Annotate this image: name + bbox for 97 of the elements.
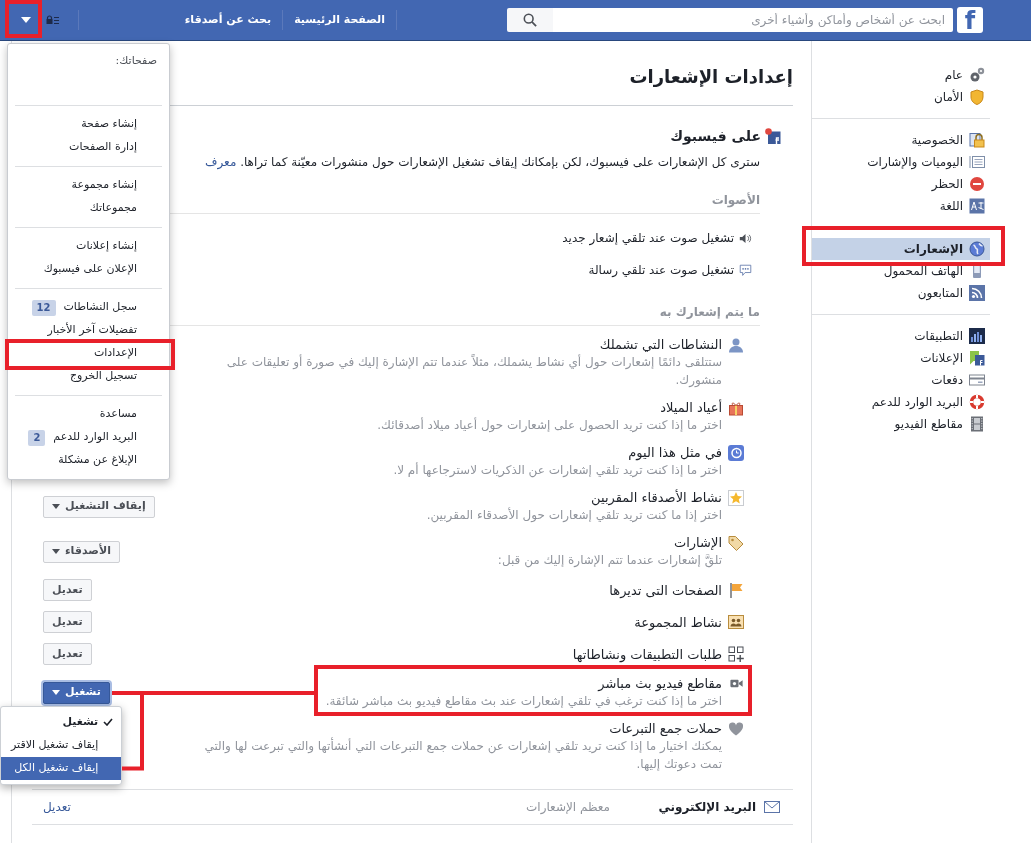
setting-title: أعياد الميلاد	[659, 399, 722, 416]
count-badge: 12	[31, 299, 56, 316]
logo[interactable]: f	[957, 7, 983, 33]
film-strip-icon	[969, 416, 985, 432]
shield-icon	[969, 89, 985, 105]
person-icon	[728, 336, 744, 353]
setting-title: النشاطات التي تشملك	[598, 336, 722, 353]
menu-item[interactable]: إنشاء إعلانات	[8, 235, 169, 258]
tag-icon	[728, 534, 744, 551]
menu-item[interactable]: تسجيل الخروج	[8, 365, 169, 388]
action-button[interactable]: تعديل	[43, 579, 92, 601]
lock-list-icon[interactable]	[45, 15, 59, 25]
envelope-icon	[764, 801, 780, 813]
gears-icon	[969, 67, 985, 83]
sidebar-item[interactable]: مقاطع الفيديو	[812, 413, 990, 435]
search-button[interactable]	[507, 8, 553, 32]
sidebar-item[interactable]: عام	[812, 64, 990, 86]
caret-icon	[52, 549, 60, 554]
menu-option[interactable]: إيقاف تشغيل الكل	[1, 756, 122, 780]
gift-icon	[728, 399, 744, 416]
star-icon	[728, 489, 744, 506]
menu-item[interactable]: إنشاء صفحة	[8, 113, 169, 136]
menu-option[interactable]: تشغيل	[1, 710, 122, 734]
setting-title: نشاط المجموعة	[634, 613, 722, 631]
sidebar-item[interactable]: المتابعون	[812, 282, 990, 304]
sidebar-item[interactable]: الحظر	[812, 173, 990, 195]
speaker-icon	[739, 231, 752, 245]
caret-icon	[52, 504, 60, 509]
history-clock-icon	[728, 444, 744, 461]
globe-icon	[969, 241, 985, 257]
edit-link[interactable]: تعديل	[43, 798, 71, 816]
sidebar-item[interactable]: الإشعارات	[812, 238, 990, 260]
heart-icon	[728, 720, 744, 737]
page-title: إعدادات الإشعارات	[628, 65, 793, 89]
email-setting-value: معظم الإشعارات	[525, 799, 610, 816]
dropdown-button[interactable]: تشغيل	[43, 681, 110, 704]
sound-setting-label: تشغيل صوت عند تلقي رسالة	[588, 262, 734, 279]
setting-title: الإشارات	[673, 534, 722, 551]
menu-item[interactable]: مساعدة	[8, 403, 169, 426]
setting-description: اختر ما إذا كنت تريد تلقي إشعارات عن الذكريات لاسترجاعها أم لا.	[393, 461, 722, 479]
setting-description: اختر إذا ما كنت تريد تلقي إشعارات حول الأصدقاء المقربين.	[426, 506, 722, 524]
setting-description: يمكنك اختيار ما إذا كنت تريد تلقي إشعارات عن حملات جمع التبرعات التي أنشأتها والتي تبرعت لها والتي تمت دعوتك إليها.	[203, 737, 722, 773]
menu-item[interactable]: الإبلاغ عن مشكلة	[8, 449, 169, 472]
sidebar-item[interactable]: الإعلانات	[812, 347, 990, 369]
sidebar-item[interactable]: اليوميات والإشارات	[812, 151, 990, 173]
sound-setting-label: تشغيل صوت عند تلقي إشعار جديد	[562, 230, 734, 247]
app-grid-icon	[969, 328, 985, 344]
setting-title: في مثل هذا اليوم	[627, 444, 722, 461]
action-button[interactable]: تعديل	[43, 643, 92, 665]
sidebar-item[interactable]: الأمان	[812, 86, 990, 108]
setting-description: تلقَّ إشعارات عندما تتم الإشارة إليك من قبل:	[497, 552, 722, 569]
search-icon	[523, 13, 537, 27]
nav-link[interactable]: بحث عن أصدقاء	[173, 11, 283, 29]
credit-card-icon	[969, 372, 985, 388]
setting-description: ستتلقى دائمًا إشعارات حول أي نشاط يشملك، مثلاً عندما تتم الإشارة إليك في صورة أو تعليقات على منشورك.	[225, 353, 722, 389]
padlock-icon	[969, 132, 985, 148]
dropdown-button[interactable]: الأصدقاء	[43, 540, 120, 563]
list-panel-icon	[969, 154, 985, 170]
email-label: البريد الإلكتروني	[658, 799, 756, 816]
no-entry-icon	[969, 176, 985, 192]
video-camera-icon	[729, 677, 743, 690]
flag-icon	[728, 582, 744, 598]
nav-link[interactable]: الصفحة الرئيسية	[283, 11, 396, 29]
ad-card-icon	[969, 350, 985, 366]
setting-description: اختر ما إذا كنت ترغب في تلقي إشعارات عند بث مقاطع فيديو بث مباشر شائقة.	[325, 693, 722, 710]
sidebar-item[interactable]: اللغة	[812, 195, 990, 217]
check-icon	[103, 718, 114, 726]
sidebar-item[interactable]: التطبيقات	[812, 325, 990, 347]
menu-heading: صفحاتك:	[114, 53, 158, 69]
translate-icon	[969, 198, 985, 214]
caret-icon	[52, 690, 60, 695]
sidebar-item[interactable]: الهاتف المحمول	[812, 260, 990, 282]
action-button[interactable]: تعديل	[43, 611, 92, 633]
menu-item[interactable]: إدارة الصفحات	[8, 136, 169, 159]
group-icon	[728, 614, 744, 630]
apps-plus-icon	[728, 646, 744, 662]
menu-option[interactable]: إيقاف تشغيل الاقتر	[1, 733, 122, 757]
rss-icon	[969, 285, 985, 301]
dropdown-button[interactable]: إيقاف التشغيل	[43, 495, 155, 518]
setting-title: حملات جمع التبرعات	[608, 720, 722, 737]
setting-description: اختر ما إذا كنت تريد الحصول على إشعارات حول أعياد ميلاد أصدقائك.	[377, 416, 722, 434]
count-badge: 2	[28, 429, 46, 446]
setting-title: طلبات التطبيقات ونشاطاتها	[572, 645, 722, 663]
sidebar-item[interactable]: الخصوصية	[812, 129, 990, 151]
section-heading: على فيسبوك	[670, 126, 761, 147]
app-badge-icon	[765, 128, 781, 144]
caret-down-icon	[21, 17, 31, 23]
chat-bubble-icon	[739, 263, 752, 277]
menu-item[interactable]: الإعدادات	[8, 342, 169, 365]
setting-title: نشاط الأصدقاء المقربين	[590, 489, 722, 506]
learn-more-link[interactable]: معرف	[205, 155, 237, 169]
sidebar-item[interactable]: البريد الوارد للدعم	[812, 391, 990, 413]
lifebuoy-icon	[969, 394, 985, 410]
setting-title: مقاطع فيديو بث مباشر	[596, 675, 722, 692]
menu-item[interactable]: الإعلان على فيسبوك	[8, 258, 169, 281]
setting-title: الصفحات التى تديرها	[609, 581, 722, 599]
sidebar-item[interactable]: دفعات	[812, 369, 990, 391]
